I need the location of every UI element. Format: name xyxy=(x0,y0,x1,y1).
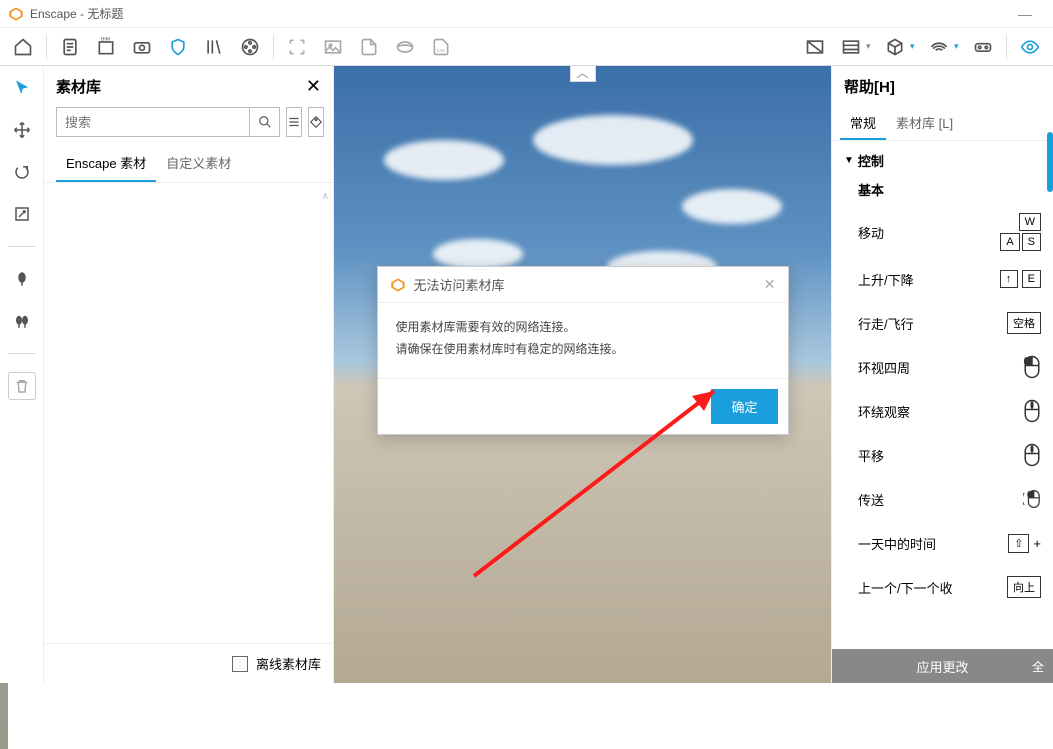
ok-button[interactable]: 确定 xyxy=(711,389,777,424)
no-image-icon[interactable] xyxy=(798,32,832,62)
eye-icon[interactable] xyxy=(125,32,159,62)
mouse-middle-icon xyxy=(1023,443,1041,467)
extra-button[interactable]: 全 xyxy=(1023,649,1053,683)
mouse-left-icon xyxy=(1023,355,1041,379)
svg-text:EXE: EXE xyxy=(437,48,446,53)
scrollbar-thumb[interactable] xyxy=(1047,132,1053,192)
tab-custom-assets[interactable]: 自定义素材 xyxy=(156,145,241,182)
image-icon[interactable] xyxy=(316,32,350,62)
row-timeofday-label: 一天中的时间 xyxy=(858,534,936,553)
render-viewport[interactable]: ︿ 无法访问素材库 ✕ 使用素材库需要有效的网络连接。 请确保在使用素材库时有稳… xyxy=(334,66,831,683)
row-pan-label: 平移 xyxy=(858,446,884,465)
expand-viewport-icon[interactable]: ︿ xyxy=(569,66,595,82)
bim-icon[interactable]: BIM xyxy=(89,32,123,62)
left-tool-strip xyxy=(0,66,44,683)
layers-icon[interactable] xyxy=(834,32,868,62)
dialog-message-line2: 请确保在使用素材库时有稳定的网络连接。 xyxy=(396,339,770,361)
mouse-middle-icon xyxy=(1023,399,1041,423)
apply-button[interactable]: 应用更改 xyxy=(832,649,1053,683)
trash-icon[interactable] xyxy=(8,372,36,400)
pointer-tool-icon[interactable] xyxy=(8,74,36,102)
dropdown-caret-icon[interactable]: ▾ xyxy=(910,41,920,52)
dialog-message-line1: 使用素材库需要有效的网络连接。 xyxy=(396,317,770,339)
search-icon[interactable] xyxy=(249,108,279,136)
dropdown-caret-icon[interactable]: ▾ xyxy=(866,41,876,52)
exe-icon[interactable]: EXE xyxy=(424,32,458,62)
tree-single-icon[interactable] xyxy=(8,265,36,293)
rotate-tool-icon[interactable] xyxy=(8,158,36,186)
move-tool-icon[interactable] xyxy=(8,116,36,144)
help-panel-title: 帮助[H] xyxy=(832,66,1053,107)
main-toolbar: BIM EXE ▾ ▾ ▾ xyxy=(0,28,1053,66)
subsection-basic: 基本 xyxy=(858,180,1041,199)
tab-assetlib[interactable]: 素材库 [L] xyxy=(886,107,963,140)
scroll-up-icon[interactable]: ∧ xyxy=(322,191,329,202)
row-updown-label: 上升/下降 xyxy=(858,270,914,289)
row-teleport-label: 传送 xyxy=(858,490,884,509)
svg-text:BIM: BIM xyxy=(101,37,110,42)
row-look-label: 环视四周 xyxy=(858,358,910,377)
mouse-double-icon xyxy=(1023,487,1041,511)
row-prevnext-label: 上一个/下一个收 xyxy=(858,578,953,597)
capture-icon[interactable] xyxy=(280,32,314,62)
tree-multi-icon[interactable] xyxy=(8,307,36,335)
row-move-label: 移动 xyxy=(858,223,884,242)
row-walkfly-label: 行走/飞行 xyxy=(858,314,914,333)
search-input[interactable] xyxy=(57,108,249,136)
list-view-icon[interactable] xyxy=(286,107,302,137)
offline-checkbox[interactable] xyxy=(232,656,248,672)
tag-icon[interactable] xyxy=(308,107,324,137)
visibility-icon[interactable] xyxy=(1013,32,1047,62)
vr-icon[interactable] xyxy=(966,32,1000,62)
reel-icon[interactable] xyxy=(233,32,267,62)
cube-icon[interactable] xyxy=(878,32,912,62)
offline-label: 离线素材库 xyxy=(256,654,321,673)
app-logo-icon xyxy=(8,6,24,22)
section-control[interactable]: ▼ 控制 xyxy=(844,151,1041,170)
pano-icon[interactable] xyxy=(388,32,422,62)
scale-tool-icon[interactable] xyxy=(8,200,36,228)
asset-list-area: ∧ xyxy=(44,182,333,643)
close-icon[interactable]: ✕ xyxy=(306,76,321,97)
shield-icon[interactable] xyxy=(161,32,195,62)
row-orbit-label: 环绕观察 xyxy=(858,402,910,421)
home-icon[interactable] xyxy=(6,32,40,62)
help-panel: 帮助[H] 常规 素材库 [L] ▼ 控制 基本 移动 W AS 上 xyxy=(831,66,1053,683)
dialog-title: 无法访问素材库 xyxy=(414,275,505,294)
row-move-keys: W AS xyxy=(1000,213,1041,251)
minimize-button[interactable]: — xyxy=(1005,6,1045,22)
close-icon[interactable]: ✕ xyxy=(764,276,776,293)
title-bar: Enscape - 无标题 — xyxy=(0,0,1053,28)
window-title: Enscape - 无标题 xyxy=(30,5,123,22)
clipboard-icon[interactable] xyxy=(53,32,87,62)
tab-enscape-assets[interactable]: Enscape 素材 xyxy=(56,145,156,182)
library-icon[interactable] xyxy=(197,32,231,62)
asset-library-panel: 素材库 ✕ Enscape 素材 自定义素材 ∧ 离线素材库 ‹ xyxy=(44,66,334,683)
asset-panel-title: 素材库 xyxy=(56,76,101,97)
wing-icon[interactable] xyxy=(922,32,956,62)
export-image-icon[interactable] xyxy=(352,32,386,62)
app-logo-icon xyxy=(390,277,406,293)
tab-general[interactable]: 常规 xyxy=(840,107,886,140)
error-dialog: 无法访问素材库 ✕ 使用素材库需要有效的网络连接。 请确保在使用素材库时有稳定的… xyxy=(377,266,789,435)
dropdown-caret-icon[interactable]: ▾ xyxy=(954,41,964,52)
